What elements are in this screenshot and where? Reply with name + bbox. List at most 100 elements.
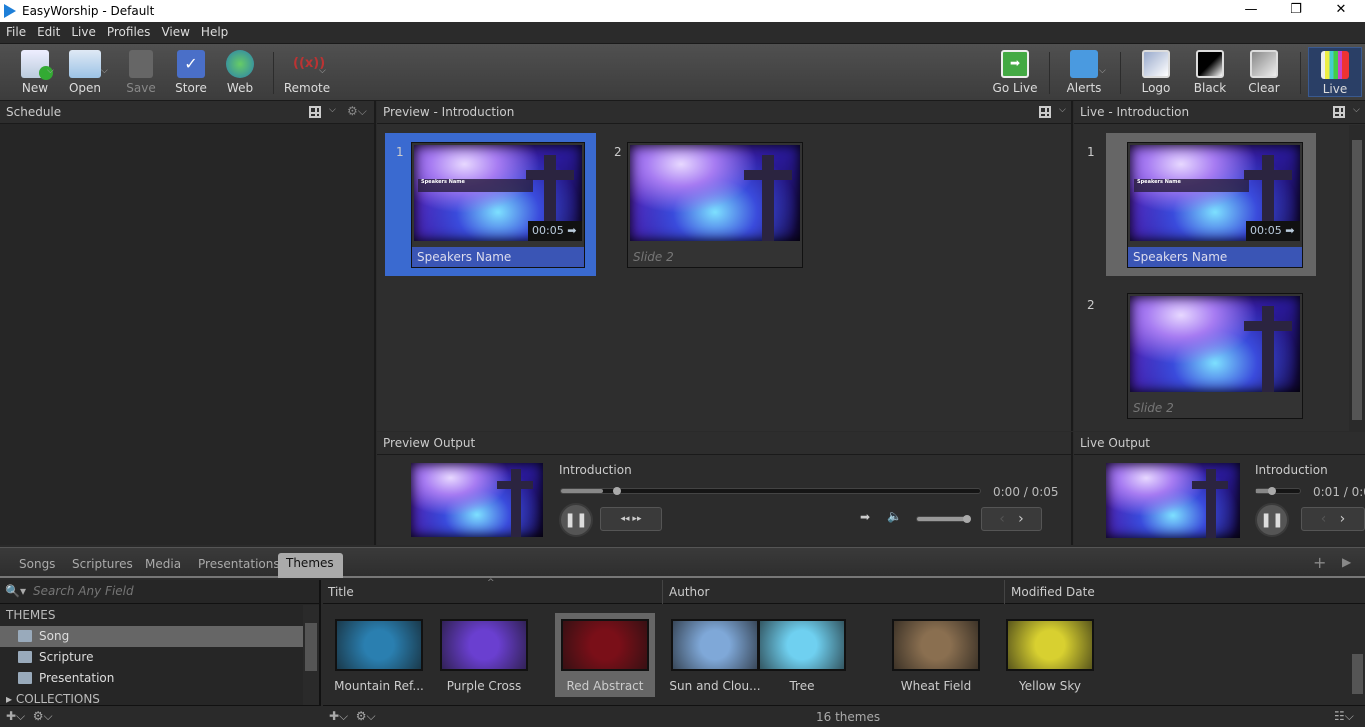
- go-live-button[interactable]: ➡ Go Live: [990, 48, 1040, 95]
- view-dropdown-icon[interactable]: ⌵: [329, 105, 336, 115]
- black-button[interactable]: Black: [1185, 48, 1235, 95]
- save-disk-icon: [129, 50, 153, 78]
- add-dropdown-icon[interactable]: ✚⌵: [329, 709, 348, 723]
- preview-progress-slider[interactable]: [560, 487, 981, 495]
- rewind-forward-buttons[interactable]: ◂◂ ▸▸: [600, 507, 662, 531]
- theme-thumbnail: [440, 619, 528, 671]
- play-icon[interactable]: ▶: [1342, 555, 1351, 569]
- maximize-button[interactable]: ❐: [1281, 2, 1311, 17]
- slide-caption: Speakers Name: [1128, 247, 1302, 267]
- live-pause-button[interactable]: ❚❚: [1255, 503, 1289, 537]
- store-button[interactable]: ✓ Store: [166, 48, 216, 95]
- theme-name: Sun and Clou...: [669, 679, 761, 693]
- tab-presentations[interactable]: Presentations: [190, 555, 288, 573]
- theme-tile[interactable]: Red Abstract: [555, 613, 655, 697]
- live-slide-1[interactable]: 1 Speakers Name 00:05 ➡ Speakers Name: [1087, 133, 1316, 276]
- live-prev-next-buttons[interactable]: ‹ ›: [1301, 507, 1365, 531]
- open-dropdown-icon[interactable]: ⌵: [101, 66, 108, 76]
- gear-icon[interactable]: ⚙⌵: [347, 104, 367, 119]
- add-icon[interactable]: +: [1313, 553, 1326, 572]
- theme-thumbnail: [671, 619, 759, 671]
- preview-output-name: Introduction: [559, 463, 632, 477]
- theme-name: Tree: [789, 679, 815, 693]
- tree-item-presentation[interactable]: Presentation: [0, 668, 303, 689]
- theme-thumbnail: [892, 619, 980, 671]
- volume-slider[interactable]: [916, 515, 971, 523]
- live-time: 0:01 / 0:05: [1313, 485, 1365, 499]
- grid-view-icon[interactable]: [1039, 106, 1051, 118]
- save-button[interactable]: Save: [116, 48, 166, 95]
- theme-tile[interactable]: Tree: [752, 617, 852, 697]
- menu-live[interactable]: Live: [65, 22, 101, 39]
- live-slide-2[interactable]: 2 Slide 2: [1087, 286, 1316, 429]
- live-color-bars-icon: [1321, 51, 1349, 79]
- live-output-name: Introduction: [1255, 463, 1328, 477]
- add-dropdown-icon[interactable]: ✚⌵: [6, 709, 25, 723]
- theme-name: Wheat Field: [900, 679, 972, 693]
- logo-button[interactable]: Logo: [1131, 48, 1181, 95]
- slide-thumbnail: Speakers Name 00:05 ➡: [414, 145, 582, 241]
- menu-profiles[interactable]: Profiles: [101, 22, 156, 39]
- menu-help[interactable]: Help: [195, 22, 233, 39]
- loop-arrow-icon[interactable]: ➡: [860, 510, 870, 524]
- live-output-thumbnail: [1106, 463, 1240, 538]
- themes-count: 16 themes: [816, 710, 881, 724]
- globe-link-icon: [226, 50, 254, 78]
- volume-icon[interactable]: 🔈: [887, 509, 902, 523]
- theme-tile[interactable]: Yellow Sky: [1000, 617, 1100, 697]
- preview-slide-1[interactable]: 1 Speakers Name 00:05 ➡ Speakers Name: [385, 133, 596, 276]
- tab-themes[interactable]: Themes: [278, 553, 343, 578]
- alerts-dropdown-icon[interactable]: ⌵: [1099, 66, 1106, 76]
- live-progress-slider[interactable]: [1255, 487, 1301, 495]
- clear-button[interactable]: Clear: [1239, 48, 1289, 95]
- grid-view-icon[interactable]: [309, 106, 321, 118]
- pause-button[interactable]: ❚❚: [559, 503, 593, 537]
- minimize-button[interactable]: —: [1236, 2, 1266, 17]
- menu-edit[interactable]: Edit: [31, 22, 65, 39]
- theme-tile[interactable]: Wheat Field: [886, 617, 986, 697]
- view-mode-icon[interactable]: ☷⌵: [1334, 709, 1354, 724]
- column-author[interactable]: Author: [662, 580, 715, 604]
- search-icon[interactable]: 🔍▾: [5, 584, 26, 598]
- theme-name: Mountain Ref...: [334, 679, 424, 693]
- tree-item-scripture[interactable]: Scripture: [0, 647, 303, 668]
- theme-name: Yellow Sky: [1019, 679, 1081, 693]
- view-dropdown-icon[interactable]: ⌵: [1353, 105, 1360, 115]
- preview-time: 0:00 / 0:05: [993, 485, 1059, 499]
- view-dropdown-icon[interactable]: ⌵: [1059, 105, 1066, 115]
- column-title[interactable]: Title: [328, 585, 354, 599]
- column-modified-date[interactable]: Modified Date: [1004, 580, 1101, 604]
- live-scrollbar[interactable]: [1349, 125, 1365, 431]
- theme-tile[interactable]: Mountain Ref...: [329, 617, 429, 697]
- collections-heading[interactable]: ▸ COLLECTIONS: [6, 692, 100, 706]
- search-input[interactable]: [33, 584, 303, 598]
- live-button[interactable]: Live: [1308, 47, 1362, 97]
- themes-footer: ✚⌵ ⚙⌵ 16 themes ☷⌵: [323, 705, 1365, 727]
- menu-file[interactable]: File: [0, 22, 31, 39]
- themes-scrollbar[interactable]: [1350, 604, 1365, 705]
- prev-next-slide-buttons[interactable]: ‹ ›: [981, 507, 1042, 531]
- tab-songs[interactable]: Songs: [11, 555, 63, 573]
- theme-tile[interactable]: Sun and Clou...: [665, 617, 765, 697]
- settings-dropdown-icon[interactable]: ⚙⌵: [33, 709, 53, 723]
- remote-dropdown-icon[interactable]: ⌵: [319, 66, 326, 76]
- slide-caption: Slide 2: [633, 250, 674, 264]
- tab-scriptures[interactable]: Scriptures: [64, 555, 141, 573]
- menu-view[interactable]: View: [155, 22, 194, 39]
- preview-output-thumbnail: [411, 463, 543, 537]
- theme-tile[interactable]: Purple Cross: [434, 617, 534, 697]
- tab-media[interactable]: Media: [137, 555, 189, 573]
- tree-scrollbar[interactable]: [303, 605, 319, 705]
- web-button[interactable]: Web: [215, 48, 265, 95]
- close-button[interactable]: ✕: [1326, 2, 1356, 17]
- live-output-title: Live Output: [1074, 432, 1365, 455]
- grid-view-icon[interactable]: [1333, 106, 1345, 118]
- preview-output-title: Preview Output: [377, 432, 1071, 455]
- tree-item-song[interactable]: Song: [0, 626, 303, 647]
- new-dropdown-icon[interactable]: ⌵: [47, 66, 54, 76]
- theme-thumbnail: [1006, 619, 1094, 671]
- preview-slide-2[interactable]: 2 Slide 2: [604, 133, 815, 276]
- settings-dropdown-icon[interactable]: ⚙⌵: [356, 709, 376, 723]
- theme-name: Purple Cross: [446, 679, 522, 693]
- theme-thumbnail: [561, 619, 649, 671]
